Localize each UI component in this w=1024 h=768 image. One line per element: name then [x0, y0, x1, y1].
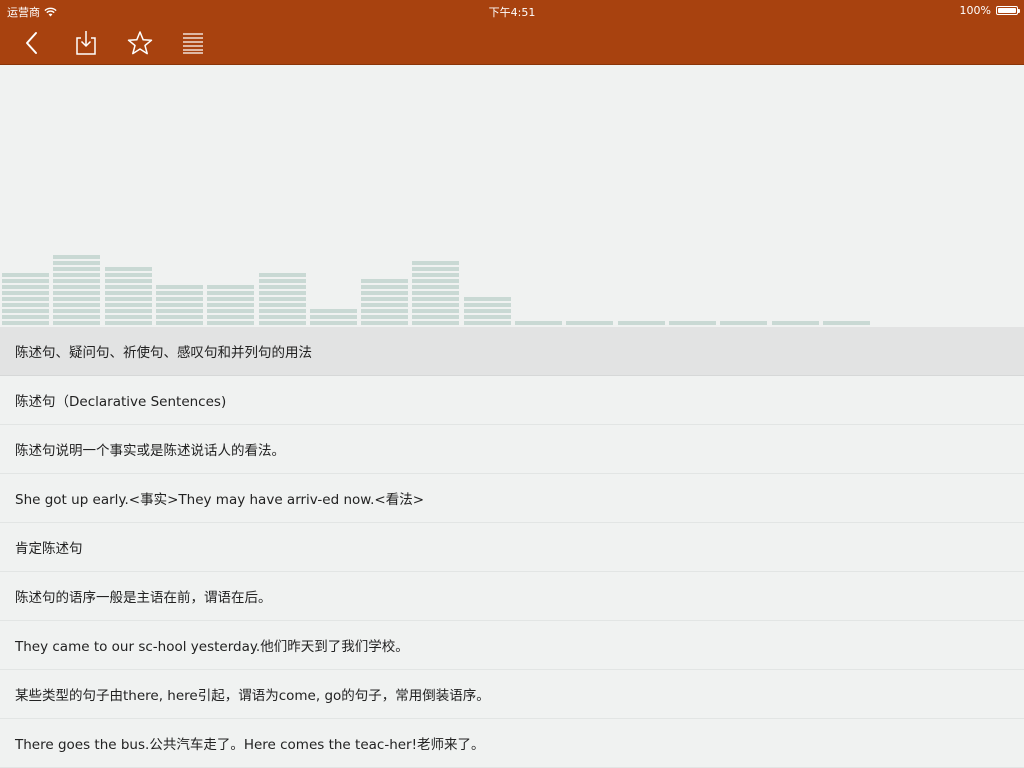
- sentence-row[interactable]: 陈述句、疑问句、祈使句、感叹句和并列句的用法: [0, 327, 1024, 376]
- status-right: 100%: [959, 4, 1020, 17]
- level-bar: [104, 267, 152, 327]
- list-button[interactable]: [177, 27, 209, 59]
- battery-icon: [996, 6, 1020, 15]
- sentence-row[interactable]: 陈述句的语序一般是主语在前，谓语在后。: [0, 572, 1024, 621]
- sentence-row[interactable]: 陈述句（Declarative Sentences): [0, 376, 1024, 425]
- sentence-row[interactable]: They came to our sc-hool yesterday.他们昨天到…: [0, 621, 1024, 670]
- battery-percent: 100%: [959, 4, 991, 17]
- favorite-button[interactable]: [124, 27, 156, 59]
- download-icon: [76, 31, 96, 55]
- star-icon: [127, 31, 153, 55]
- sentence-row[interactable]: 肯定陈述句: [0, 523, 1024, 572]
- clock: 下午4:51: [488, 6, 536, 19]
- level-bar: [412, 261, 460, 327]
- toolbar: [0, 22, 1024, 65]
- status-bar: 运营商 下午4:51 100%: [0, 0, 1024, 22]
- level-bar: [258, 273, 306, 327]
- level-bar: [155, 285, 203, 327]
- sentence-row[interactable]: There goes the bus.公共汽车走了。Here comes the…: [0, 719, 1024, 768]
- sentence-row[interactable]: 陈述句说明一个事实或是陈述说话人的看法。: [0, 425, 1024, 474]
- sentence-list: 陈述句、疑问句、祈使句、感叹句和并列句的用法 陈述句（Declarative Se…: [0, 327, 1024, 768]
- level-bar: [207, 285, 255, 327]
- sentence-row[interactable]: 某些类型的句子由there, here引起，谓语为come, go的句子，常用倒…: [0, 670, 1024, 719]
- level-bar: [2, 273, 49, 327]
- level-bar: [53, 255, 101, 327]
- download-button[interactable]: [70, 27, 102, 59]
- list-icon: [183, 33, 203, 54]
- level-bar: [463, 297, 511, 327]
- back-button[interactable]: [17, 27, 49, 59]
- back-icon: [26, 32, 37, 54]
- sentence-row[interactable]: She got up early.<事实>They may have arriv…: [0, 474, 1024, 523]
- audio-visualizer: [0, 65, 1024, 327]
- level-bar: [309, 309, 357, 327]
- level-bar: [361, 279, 409, 327]
